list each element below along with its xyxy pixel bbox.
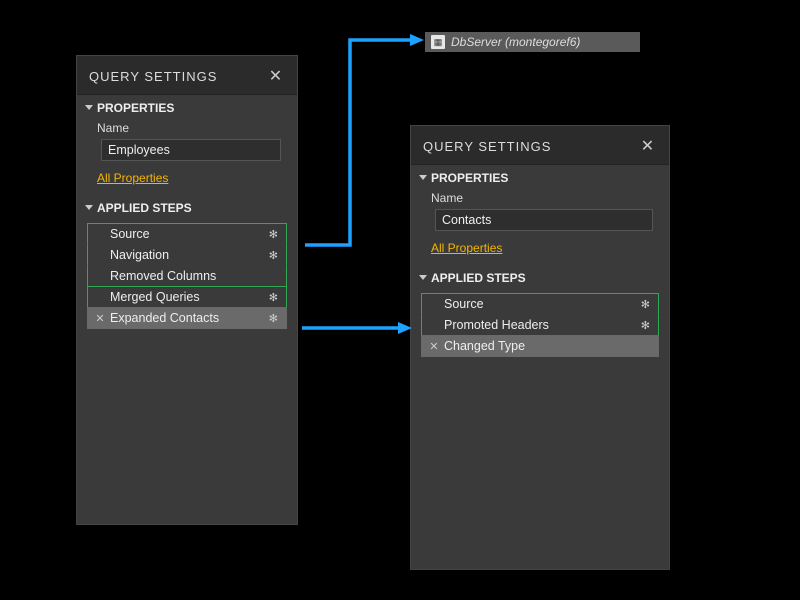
applied-step[interactable]: Source ✻: [87, 223, 287, 245]
step-label: Changed Type: [444, 339, 525, 353]
step-label: Source: [110, 227, 150, 241]
step-label: Promoted Headers: [444, 318, 549, 332]
panel-title: QUERY SETTINGS: [89, 69, 217, 84]
applied-step[interactable]: Removed Columns: [87, 265, 287, 287]
name-label: Name: [77, 119, 297, 137]
name-label: Name: [411, 189, 669, 207]
name-input[interactable]: [435, 209, 653, 231]
applied-step[interactable]: Promoted Headers ✻: [421, 314, 659, 336]
properties-header-label: PROPERTIES: [431, 171, 508, 185]
panel-title-bar: QUERY SETTINGS ✕: [77, 56, 297, 94]
all-properties-link[interactable]: All Properties: [411, 235, 669, 265]
properties-header-label: PROPERTIES: [97, 101, 174, 115]
gear-icon[interactable]: ✻: [269, 228, 278, 241]
properties-section-header[interactable]: PROPERTIES: [77, 95, 297, 119]
applied-steps-section-header[interactable]: APPLIED STEPS: [77, 195, 297, 219]
panel-body: PROPERTIES Name All Properties APPLIED S…: [77, 94, 297, 524]
query-settings-panel-right: QUERY SETTINGS ✕ PROPERTIES Name All Pro…: [410, 125, 670, 570]
panel-title-bar: QUERY SETTINGS ✕: [411, 126, 669, 164]
gear-icon[interactable]: ✻: [269, 249, 278, 262]
query-settings-panel-left: QUERY SETTINGS ✕ PROPERTIES Name All Pro…: [76, 55, 298, 525]
panel-body: PROPERTIES Name All Properties APPLIED S…: [411, 164, 669, 569]
applied-steps-list: Source ✻ Navigation ✻ Removed Columns Merged …: [87, 223, 287, 516]
delete-step-icon[interactable]: ✕: [94, 312, 106, 325]
applied-step[interactable]: Merged Queries ✻: [87, 286, 287, 308]
step-label: Navigation: [110, 248, 169, 262]
step-label: Source: [444, 297, 484, 311]
applied-step[interactable]: ✕ Expanded Contacts ✻: [87, 307, 287, 329]
step-label: Merged Queries: [110, 290, 200, 304]
name-input[interactable]: [101, 139, 281, 161]
applied-steps-list: Source ✻ Promoted Headers ✻ ✕ Changed Type: [421, 293, 659, 561]
db-server-label: DbServer (montegoref6): [451, 35, 580, 49]
db-server-chip[interactable]: ▦ DbServer (montegoref6): [425, 32, 640, 52]
applied-steps-section-header[interactable]: APPLIED STEPS: [411, 265, 669, 289]
applied-step[interactable]: Navigation ✻: [87, 244, 287, 266]
applied-steps-header-label: APPLIED STEPS: [431, 271, 526, 285]
properties-section-header[interactable]: PROPERTIES: [411, 165, 669, 189]
caret-down-icon: [419, 275, 427, 280]
panel-title: QUERY SETTINGS: [423, 139, 551, 154]
gear-icon[interactable]: ✻: [641, 298, 650, 311]
applied-steps-header-label: APPLIED STEPS: [97, 201, 192, 215]
arrow-to-contacts: [300, 318, 415, 338]
close-icon[interactable]: ✕: [639, 136, 657, 156]
caret-down-icon: [85, 205, 93, 210]
gear-icon[interactable]: ✻: [641, 319, 650, 332]
close-icon[interactable]: ✕: [267, 66, 285, 86]
caret-down-icon: [85, 105, 93, 110]
applied-step[interactable]: ✕ Changed Type: [421, 335, 659, 357]
step-label: Removed Columns: [110, 269, 216, 283]
applied-step[interactable]: Source ✻: [421, 293, 659, 315]
gear-icon[interactable]: ✻: [269, 291, 278, 304]
all-properties-link[interactable]: All Properties: [77, 165, 297, 195]
step-label: Expanded Contacts: [110, 311, 219, 325]
delete-step-icon[interactable]: ✕: [428, 340, 440, 353]
arrow-to-dbserver: [300, 20, 430, 250]
database-icon: ▦: [431, 35, 445, 49]
gear-icon[interactable]: ✻: [269, 312, 278, 325]
